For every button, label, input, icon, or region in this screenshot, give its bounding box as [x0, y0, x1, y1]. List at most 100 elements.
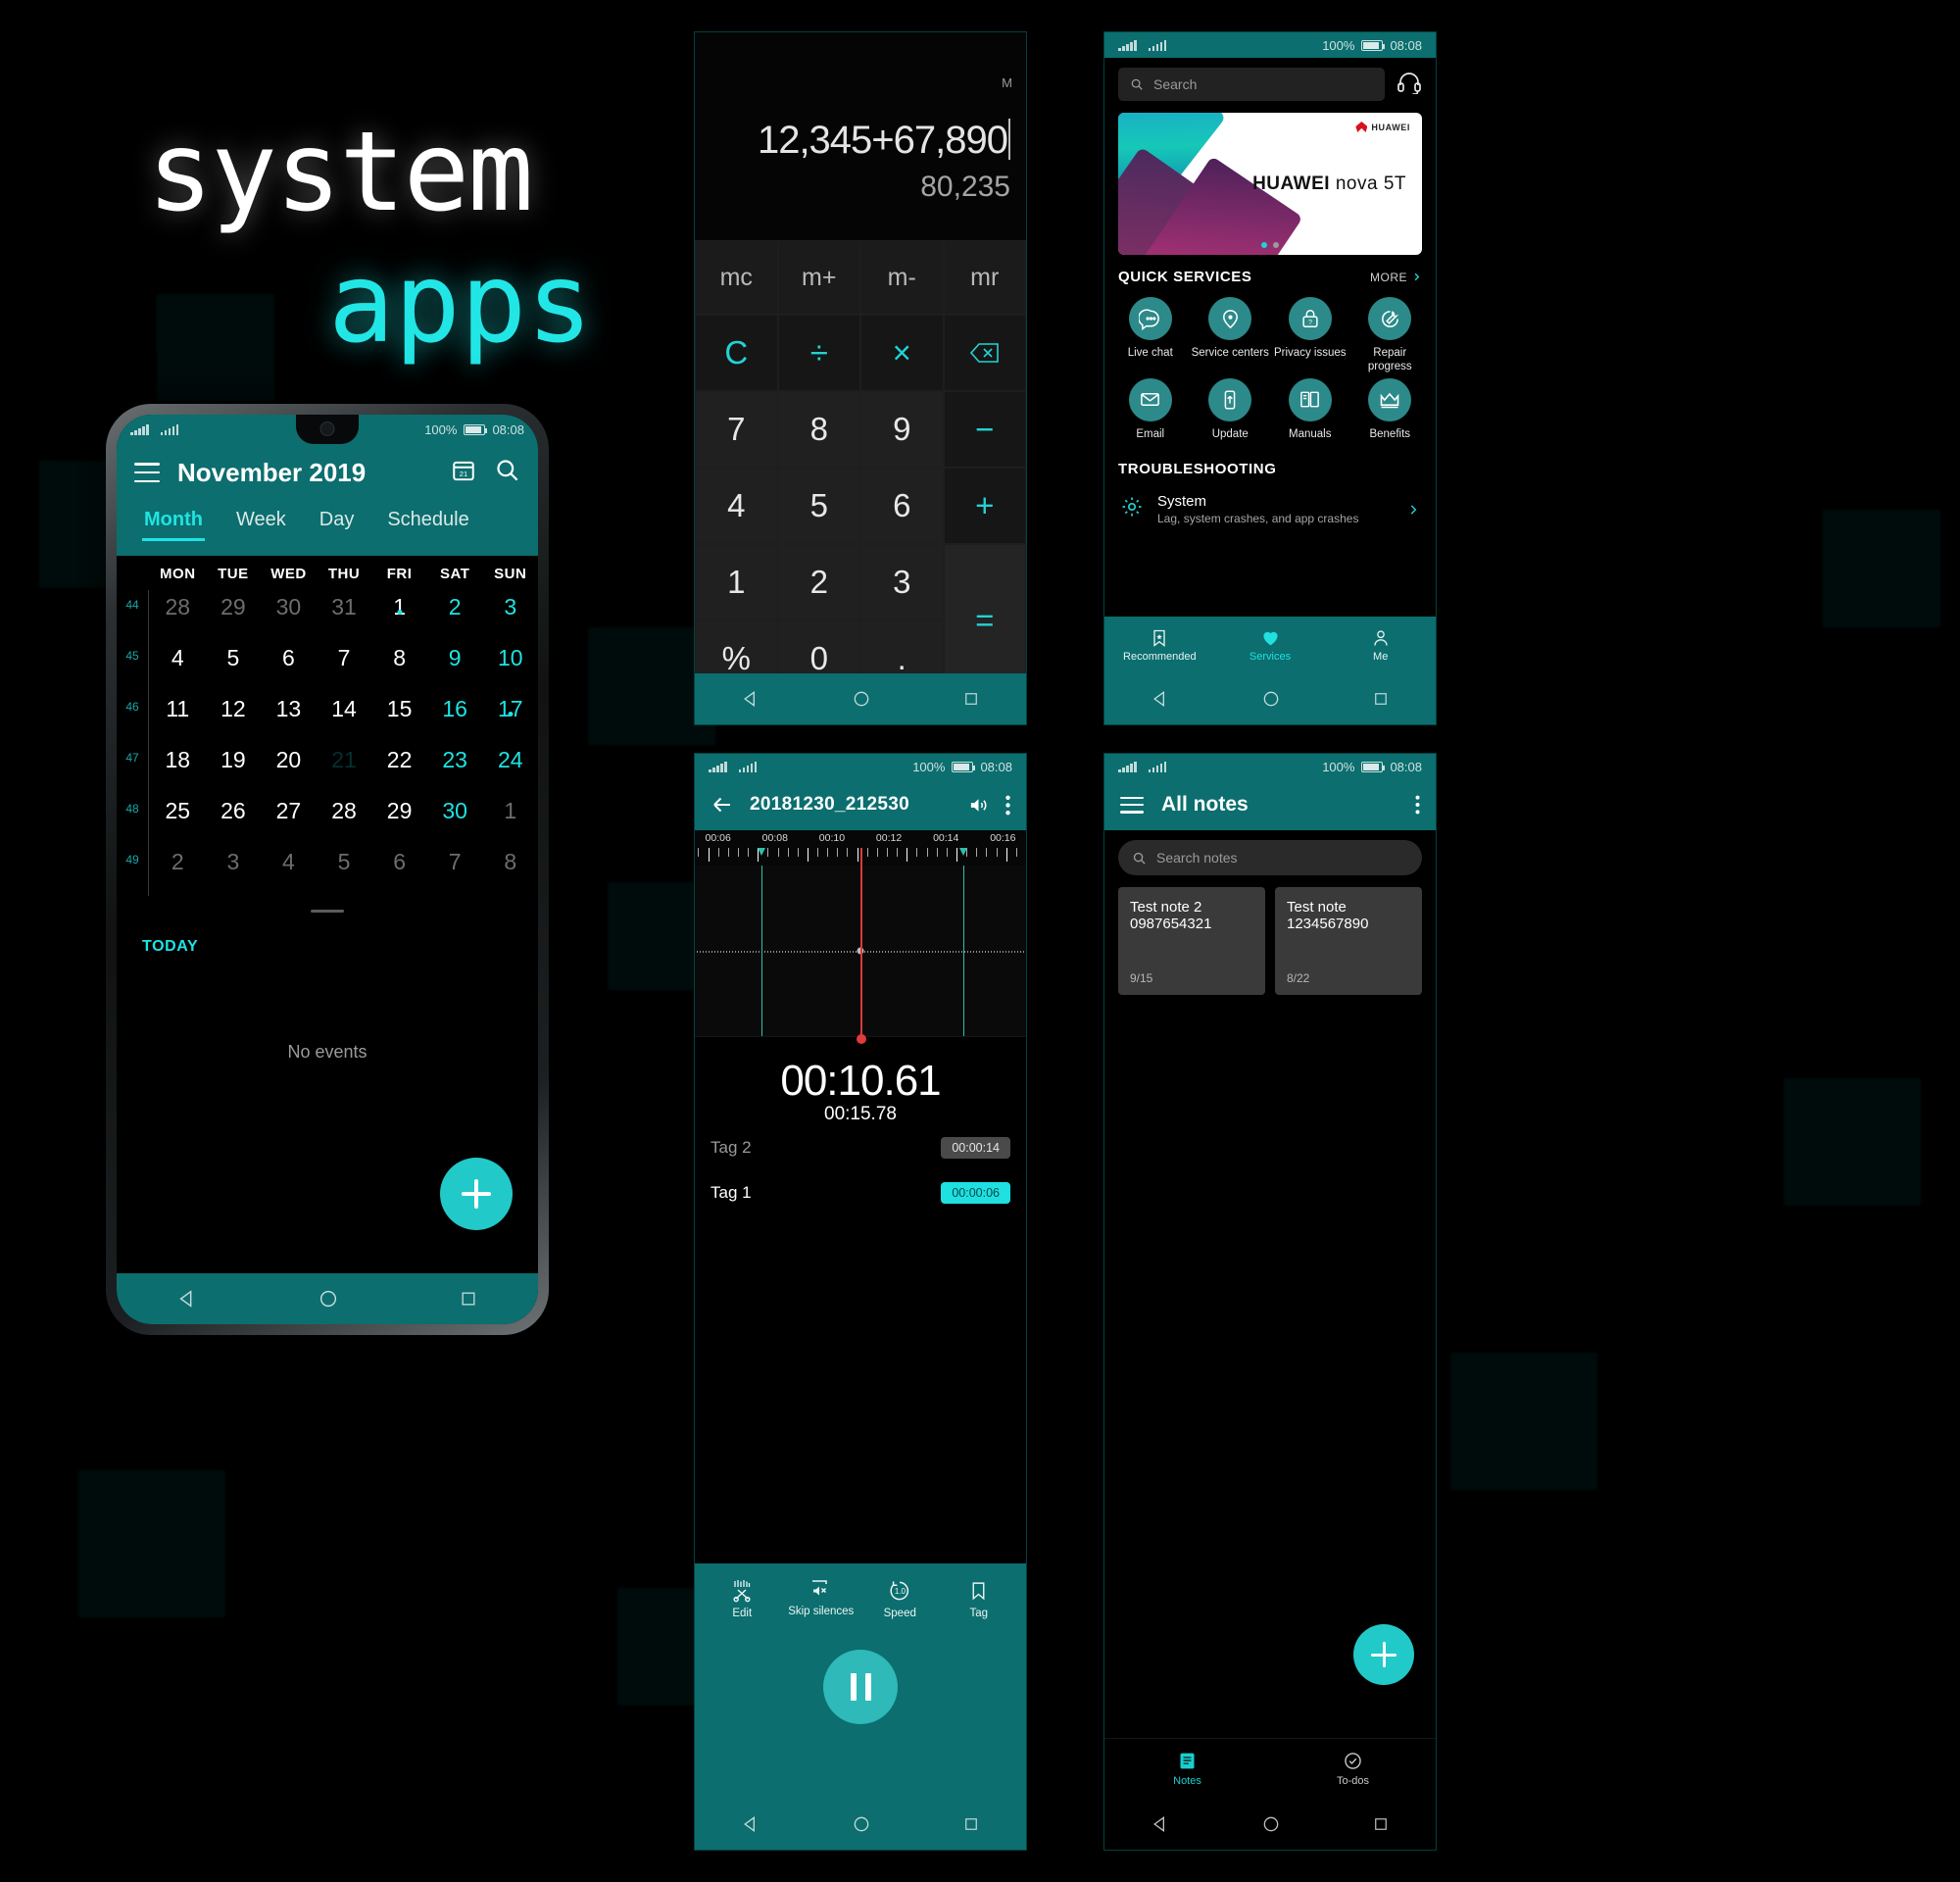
recents-icon[interactable]: [1372, 1815, 1390, 1833]
tag-row[interactable]: Tag 2 00:00:14: [695, 1125, 1026, 1170]
quick-service-email[interactable]: Email: [1110, 377, 1191, 441]
key-6[interactable]: 6: [860, 468, 944, 544]
calendar-day-cell[interactable]: 21: [317, 743, 372, 784]
key-m-minus[interactable]: m-: [860, 240, 944, 315]
key-2[interactable]: 2: [777, 544, 860, 620]
key-3[interactable]: 3: [860, 544, 944, 620]
speaker-icon[interactable]: [967, 794, 990, 817]
pause-button[interactable]: [823, 1650, 898, 1724]
more-vertical-icon[interactable]: [1415, 795, 1420, 815]
tool-edit[interactable]: Edit: [703, 1579, 782, 1619]
carousel-dot[interactable]: [1273, 242, 1279, 248]
quick-service-live-chat[interactable]: Live chat: [1110, 297, 1191, 374]
key-multiply[interactable]: ×: [860, 315, 944, 391]
tab-day[interactable]: Day: [306, 503, 368, 543]
calendar-day-cell[interactable]: 26: [206, 794, 262, 824]
quick-service-manuals[interactable]: Manuals: [1270, 377, 1350, 441]
back-arrow-icon[interactable]: [710, 793, 734, 817]
calendar-day-cell[interactable]: 11: [150, 692, 206, 722]
key-1[interactable]: 1: [695, 544, 778, 620]
home-icon[interactable]: [1261, 689, 1281, 709]
key-5[interactable]: 5: [777, 468, 860, 544]
calendar-day-cell[interactable]: 7: [317, 641, 372, 671]
calendar-day-cell[interactable]: 8: [371, 641, 427, 671]
search-notes-input[interactable]: Search notes: [1118, 840, 1422, 875]
carousel-dots[interactable]: [1261, 242, 1279, 248]
more-vertical-icon[interactable]: [1005, 795, 1010, 816]
calendar-day-cell[interactable]: 27: [261, 794, 317, 824]
more-link[interactable]: MORE: [1370, 271, 1422, 284]
home-icon[interactable]: [318, 1288, 339, 1310]
tab-month[interactable]: Month: [130, 503, 217, 543]
search-icon[interactable]: [494, 457, 520, 488]
recents-icon[interactable]: [962, 1815, 980, 1833]
calendar-day-cell[interactable]: 17: [482, 692, 538, 722]
calendar-day-cell[interactable]: 13: [261, 692, 317, 722]
quick-service-privacy-issues[interactable]: ? Privacy issues: [1270, 297, 1350, 374]
calendar-day-cell[interactable]: 2: [427, 590, 483, 620]
key-mc[interactable]: mc: [695, 240, 778, 315]
calendar-day-cell[interactable]: 30: [427, 794, 483, 824]
back-icon[interactable]: [1151, 689, 1170, 709]
tag-row[interactable]: Tag 1 00:00:06: [695, 1170, 1026, 1215]
back-icon[interactable]: [176, 1288, 198, 1310]
calendar-day-cell[interactable]: 20: [261, 743, 317, 773]
calendar-day-cell[interactable]: 7: [427, 845, 483, 875]
headset-support-icon[interactable]: [1396, 71, 1422, 99]
calendar-day-cell[interactable]: 29: [371, 794, 427, 824]
key-clear[interactable]: C: [695, 315, 778, 391]
calendar-day-cell[interactable]: 14: [317, 692, 372, 722]
backspace-icon[interactable]: [943, 315, 1026, 391]
quick-service-benefits[interactable]: Benefits: [1350, 377, 1431, 441]
playhead-marker[interactable]: [857, 848, 866, 1044]
calendar-day-cell[interactable]: 22: [371, 743, 427, 773]
quick-service-update[interactable]: Update: [1191, 377, 1271, 441]
home-icon[interactable]: [1261, 1814, 1281, 1834]
tool-speed[interactable]: 1.0 Speed: [860, 1579, 940, 1619]
calendar-day-cell[interactable]: 10: [482, 641, 538, 671]
carousel-dot[interactable]: [1261, 242, 1267, 248]
tag-marker[interactable]: [758, 848, 764, 1036]
calendar-day-cell[interactable]: 15: [371, 692, 427, 722]
tool-skip-silences[interactable]: Skip silences: [782, 1579, 861, 1619]
calendar-day-cell[interactable]: 1: [371, 590, 427, 620]
key-7[interactable]: 7: [695, 391, 778, 468]
calendar-day-cell[interactable]: 19: [206, 743, 262, 773]
calendar-day-cell[interactable]: 8: [482, 845, 538, 875]
calendar-day-cell[interactable]: 1: [482, 794, 538, 824]
calendar-day-cell[interactable]: 3: [482, 590, 538, 620]
calendar-day-cell[interactable]: 28: [317, 794, 372, 824]
calendar-day-cell[interactable]: 12: [206, 692, 262, 722]
calendar-day-cell[interactable]: 5: [317, 845, 372, 875]
key-plus[interactable]: +: [943, 468, 1026, 544]
back-icon[interactable]: [741, 1814, 760, 1834]
bottom-nav-services[interactable]: Services: [1215, 617, 1326, 673]
key-m-plus[interactable]: m+: [777, 240, 860, 315]
calendar-jump-icon[interactable]: 21: [451, 458, 476, 488]
bottom-nav-todos[interactable]: To-dos: [1270, 1739, 1436, 1799]
waveform-area[interactable]: [695, 848, 1026, 1044]
calendar-day-cell[interactable]: 3: [206, 845, 262, 875]
key-4[interactable]: 4: [695, 468, 778, 544]
key-minus[interactable]: −: [943, 391, 1026, 468]
note-card[interactable]: Test note 2 0987654321 9/15: [1118, 887, 1265, 995]
add-note-button[interactable]: [1353, 1624, 1414, 1685]
quick-service-service-centers[interactable]: Service centers: [1191, 297, 1271, 374]
note-card[interactable]: Test note 1234567890 8/22: [1275, 887, 1422, 995]
calendar-day-cell[interactable]: 9: [427, 641, 483, 671]
troubleshooting-row-system[interactable]: System Lag, system crashes, and app cras…: [1104, 483, 1436, 537]
key-divide[interactable]: ÷: [777, 315, 860, 391]
tool-tag[interactable]: Tag: [940, 1579, 1019, 1619]
calendar-day-cell[interactable]: 30: [261, 590, 317, 620]
home-icon[interactable]: [852, 1814, 871, 1834]
calendar-day-cell[interactable]: 4: [261, 845, 317, 875]
calendar-day-cell[interactable]: 5: [206, 641, 262, 671]
calendar-day-cell[interactable]: 31: [317, 590, 372, 620]
calendar-day-cell[interactable]: 2: [150, 845, 206, 875]
bottom-nav-recommended[interactable]: Recommended: [1104, 617, 1215, 673]
promo-banner[interactable]: HUAWEI HUAWEI nova 5T: [1118, 113, 1422, 255]
calendar-day-cell[interactable]: 24: [482, 743, 538, 773]
tag-marker[interactable]: [960, 848, 967, 1036]
key-mr[interactable]: mr: [943, 240, 1026, 315]
tab-schedule[interactable]: Schedule: [373, 503, 482, 543]
